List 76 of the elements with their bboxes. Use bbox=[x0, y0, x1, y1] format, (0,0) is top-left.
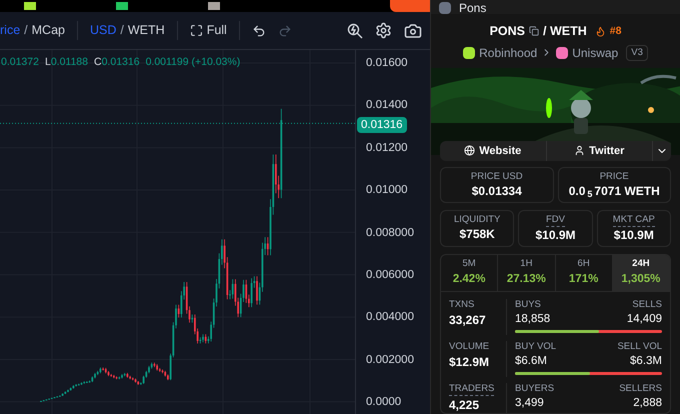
axis-label: 0.008000 bbox=[366, 226, 415, 240]
card-value: $10.9M bbox=[614, 226, 654, 243]
token-icon bbox=[439, 2, 451, 14]
token-icon bbox=[24, 2, 36, 10]
stat-value: 4,225 bbox=[449, 396, 480, 413]
twitter-button[interactable]: Twitter bbox=[546, 140, 653, 161]
axis-label: 0.0000 bbox=[366, 395, 402, 409]
low-value: L0.01188 bbox=[44, 55, 88, 70]
stat-label: VOLUME bbox=[449, 340, 490, 353]
close-value: C0.01316 bbox=[94, 55, 140, 70]
token-icon bbox=[208, 2, 220, 10]
dex-name: Uniswap bbox=[572, 44, 618, 62]
card-value: $0.01334 bbox=[472, 182, 522, 199]
toggle-option[interactable]: USD bbox=[90, 21, 116, 40]
stat-label: TRADERS bbox=[449, 382, 494, 396]
token-icon bbox=[116, 2, 128, 10]
axis-label: 0.006000 bbox=[366, 268, 415, 282]
base-token: PONS bbox=[490, 23, 525, 40]
dex-icon bbox=[556, 46, 568, 59]
card-value: $10.9M bbox=[535, 226, 576, 243]
copy-icon[interactable] bbox=[529, 26, 539, 36]
stat-value: 18,858 bbox=[515, 312, 550, 327]
fullscreen-icon bbox=[190, 24, 203, 37]
axis-label: 0.01400 bbox=[366, 98, 409, 112]
card-value: 0.0 $_{5}$ 7071 WETH bbox=[568, 182, 660, 199]
card-label: FDV bbox=[546, 214, 565, 227]
person-icon bbox=[574, 145, 586, 156]
stat-value: 14,409 bbox=[626, 312, 662, 327]
timeframe-tab[interactable]: 1H 27.13% bbox=[498, 254, 556, 291]
change-value: 0.001199 (+10.03%) bbox=[146, 55, 240, 70]
magnifier-icon[interactable] bbox=[347, 22, 363, 38]
axis-label: 0.01000 bbox=[366, 183, 409, 198]
website-button[interactable]: Website bbox=[440, 140, 546, 161]
card-label: LIQUIDITY bbox=[454, 214, 500, 226]
flame-icon bbox=[594, 26, 606, 37]
quote-token: / WETH bbox=[543, 23, 587, 40]
stat-label: BUYERS bbox=[515, 382, 554, 395]
axis-label: 0.004000 bbox=[366, 310, 415, 324]
stat-label: BUY VOL bbox=[515, 340, 556, 353]
high-value: 0.01372 bbox=[1, 55, 39, 70]
stat-value: 3,499 bbox=[515, 396, 544, 411]
camera-icon[interactable] bbox=[404, 22, 422, 40]
stat-value: $6.3M bbox=[630, 354, 662, 369]
stat-value: $6.6M bbox=[515, 354, 547, 369]
chain-name: Robinhood bbox=[479, 44, 538, 62]
rank-label: #8 bbox=[610, 24, 622, 38]
card-label: PRICE USD bbox=[470, 170, 523, 183]
stat-value: 33,267 bbox=[449, 312, 487, 329]
axis-label: 0.01600 bbox=[366, 56, 409, 70]
stat-value: $12.9M bbox=[449, 354, 490, 371]
timeframe-tab[interactable]: 5M 2.42% bbox=[441, 254, 498, 291]
panel-header: Pons bbox=[459, 2, 486, 14]
card-label: MKT CAP bbox=[612, 214, 655, 227]
fullscreen-button[interactable]: Full bbox=[190, 21, 240, 40]
stat-label: SELLERS bbox=[619, 382, 662, 395]
globe-icon bbox=[464, 145, 476, 156]
undo-icon[interactable] bbox=[252, 24, 266, 38]
axis-label: 0.01200 bbox=[366, 140, 409, 155]
separator: / bbox=[24, 22, 28, 40]
toggle-option[interactable]: MCap bbox=[32, 21, 65, 40]
stat-label: TXNS bbox=[449, 298, 474, 311]
settings-icon[interactable] bbox=[375, 22, 392, 39]
toggle-option[interactable]: rice bbox=[0, 21, 20, 40]
price-tag: 0.01316 bbox=[357, 117, 407, 133]
axis-label: 0.002000 bbox=[366, 352, 415, 367]
card-value: $758K bbox=[459, 226, 495, 242]
version-badge: V3 bbox=[626, 44, 648, 61]
card-label: PRICE bbox=[600, 170, 629, 183]
chain-icon bbox=[463, 46, 476, 59]
stat-label: SELLS bbox=[632, 298, 662, 311]
timeframe-tab[interactable]: 24H 1,305% bbox=[612, 254, 670, 291]
stat-value: 2,888 bbox=[633, 396, 662, 411]
stat-label: BUYS bbox=[515, 298, 541, 311]
stat-label: SELL VOL bbox=[617, 340, 662, 353]
separator: / bbox=[120, 22, 124, 40]
toggle-option[interactable]: WETH bbox=[128, 21, 165, 40]
